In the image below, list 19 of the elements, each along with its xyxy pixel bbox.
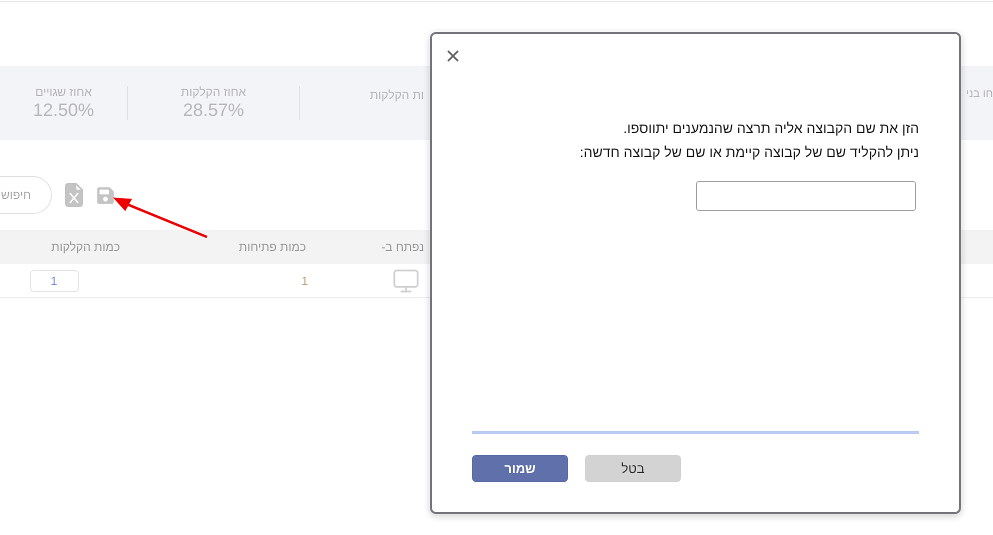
stat-label: חו בני <box>966 87 993 102</box>
save-button[interactable]: שמור <box>472 455 568 482</box>
group-name-input[interactable] <box>696 181 916 211</box>
table-cell-text: 1 <box>301 272 308 290</box>
stat-label: אחוז הקלקות <box>180 85 246 99</box>
stat-label: ות הקלקות <box>370 87 424 104</box>
clicks-count[interactable]: 1 <box>30 270 78 292</box>
stat-label: אחוז שגויים <box>35 85 92 99</box>
dialog-message: הזן את שם הקבוצה אליה תרצה שהנמענים יתווספו. <box>623 119 919 138</box>
dialog-message: ניתן להקליד שם של קבוצה קיימת או שם של קבוצה חדשה: <box>580 143 919 162</box>
cancel-button[interactable]: בטל <box>585 455 681 482</box>
stat-value: 12.50% <box>32 99 94 121</box>
column-header: כמות פתיחות <box>238 239 306 256</box>
stat-value: 28.57% <box>182 99 244 121</box>
column-header: נפתח ב- <box>381 239 424 256</box>
save-icon[interactable] <box>96 186 115 204</box>
spreadsheet-icon[interactable] <box>62 183 86 207</box>
column-header: כמות הקלקות <box>51 239 120 256</box>
monitor-icon <box>392 266 420 294</box>
